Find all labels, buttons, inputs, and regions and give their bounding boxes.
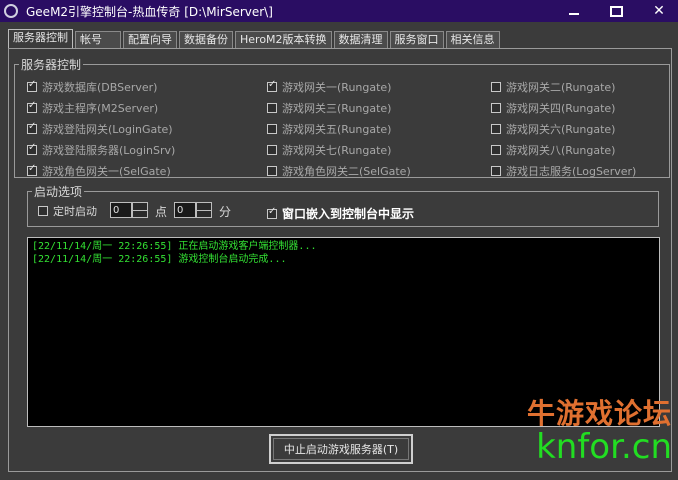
maximize-button[interactable] [597,0,635,22]
checkbox-m2server[interactable]: 游戏主程序(M2Server) [27,100,158,116]
checkbox-rungate-7[interactable]: 游戏网关七(Rungate) [267,142,391,158]
checkbox-box[interactable] [267,79,277,92]
checkbox-box[interactable] [267,103,277,113]
checkbox-box[interactable] [267,145,277,155]
checkbox-rungate-6[interactable]: 游戏网关六(Rungate) [491,121,615,137]
checkbox-box[interactable] [491,124,501,134]
title-bar[interactable]: GeeM2引擎控制台-热血传奇 [D:\MirServer\] ✕ [0,0,678,22]
minimize-icon [569,13,579,15]
tab-data-cleanup[interactable]: 数据清理 [333,31,388,48]
minute-unit-label: 分 [219,205,232,219]
checkbox-loginsrv[interactable]: 游戏登陆服务器(LoginSrv) [27,142,175,158]
log-line: [22/11/14/周一 22:26:55] 正在启动游戏客户端控制器... [32,241,317,252]
checkbox-box[interactable] [491,82,501,92]
checkbox-box[interactable] [27,100,37,113]
tab-about[interactable]: 相关信息 [445,31,500,48]
checkbox-box[interactable] [27,79,37,92]
close-icon: ✕ [653,3,665,19]
checkbox-box[interactable] [267,206,277,219]
checkbox-rungate-2[interactable]: 游戏网关二(Rungate) [491,79,615,95]
minute-stepper[interactable]: 0 [174,201,212,219]
checkbox-rungate-1[interactable]: 游戏网关一(Rungate) [267,79,391,95]
checkbox-box[interactable] [491,166,501,176]
server-control-title: 服务器控制 [19,56,84,73]
checkbox-rungate-4[interactable]: 游戏网关四(Rungate) [491,100,615,116]
checkbox-selgate-1[interactable]: 游戏角色网关一(SelGate) [27,163,171,179]
checkbox-dbserver[interactable]: 游戏数据库(DBServer) [27,79,157,95]
tab-bar: 服务器控制 帐号 配置向导 数据备份 HeroM2版本转换 数据清理 服务窗口 … [8,29,502,49]
hour-unit-label: 点 [155,205,168,219]
checkbox-rungate-8[interactable]: 游戏网关八(Rungate) [491,142,615,158]
checkbox-embed-window[interactable]: 窗口嵌入到控制台中显示 [267,205,414,222]
checkbox-logingate[interactable]: 游戏登陆网关(LoginGate) [27,121,173,137]
window-title: GeeM2引擎控制台-热血传奇 [D:\MirServer\] [26,4,273,19]
watermark-url: knfor.cn [536,427,672,467]
checkbox-box[interactable] [267,124,277,134]
checkbox-box[interactable] [491,103,501,113]
hour-stepper[interactable]: 0 [110,201,148,219]
tab-service-window[interactable]: 服务窗口 [389,31,444,48]
app-icon [4,4,18,18]
checkbox-box[interactable] [38,206,48,216]
checkbox-selgate-2[interactable]: 游戏角色网关二(SelGate) [267,163,411,179]
tab-account[interactable]: 帐号 [75,31,121,48]
checkbox-box[interactable] [491,145,501,155]
stepper-arrows-icon[interactable] [196,202,212,218]
checkbox-box[interactable] [27,163,37,176]
log-line: [22/11/14/周一 22:26:55] 游戏控制台启动完成... [32,254,287,265]
tab-data-backup[interactable]: 数据备份 [179,31,233,48]
hour-value[interactable]: 0 [110,202,132,218]
checkbox-timed-start[interactable]: 定时启动 [38,203,97,219]
checkbox-box[interactable] [267,166,277,176]
checkbox-rungate-5[interactable]: 游戏网关五(Rungate) [267,121,391,137]
startup-options-title: 启动选项 [32,183,85,200]
minute-value[interactable]: 0 [174,202,196,218]
tab-herom2-convert[interactable]: HeroM2版本转换 [235,31,332,48]
tab-server-control[interactable]: 服务器控制 [8,29,73,48]
checkbox-logserver[interactable]: 游戏日志服务(LogServer) [491,163,636,179]
checkbox-box[interactable] [27,142,37,155]
minimize-button[interactable] [555,0,593,22]
tab-config-wizard[interactable]: 配置向导 [123,31,177,48]
maximize-icon [609,5,623,17]
checkbox-rungate-3[interactable]: 游戏网关三(Rungate) [267,100,391,116]
close-button[interactable]: ✕ [640,0,678,22]
stop-server-button[interactable]: 中止启动游戏服务器(T) [269,434,413,464]
stepper-arrows-icon[interactable] [132,202,148,218]
checkbox-box[interactable] [27,121,37,134]
